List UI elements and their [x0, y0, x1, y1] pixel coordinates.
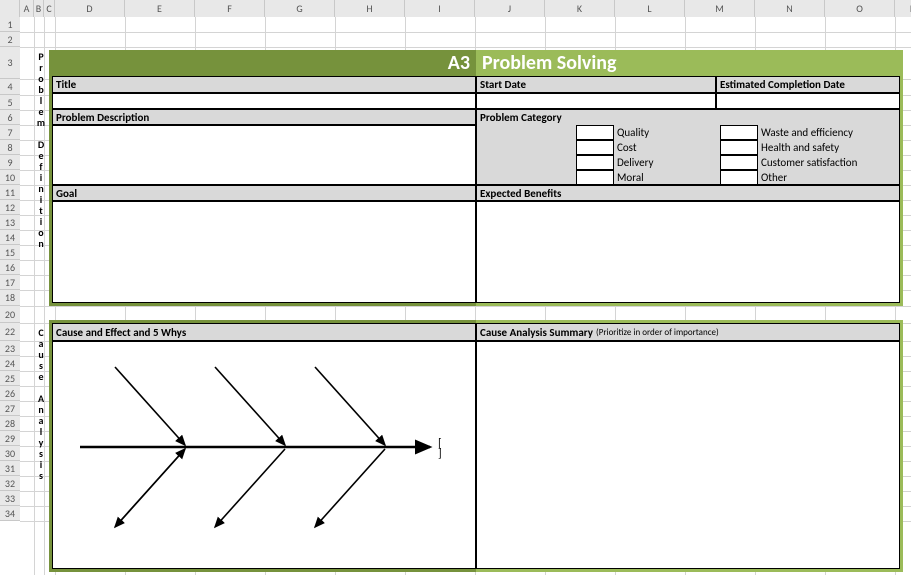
row-header-24[interactable]: 24: [0, 356, 20, 371]
side-label-cause-analysis: Cause Analysis: [35, 327, 47, 481]
row-header-20[interactable]: 20: [0, 306, 20, 323]
row-header-27[interactable]: 27: [0, 401, 20, 416]
cell-cause-summary[interactable]: [476, 341, 900, 569]
row-header-6[interactable]: 6: [0, 110, 20, 125]
row-header-30[interactable]: 30: [0, 446, 20, 461]
row-header-11[interactable]: 11: [0, 185, 20, 200]
row-header-16[interactable]: 16: [0, 260, 20, 275]
catlabel-waste: Waste and efficiency: [761, 125, 853, 140]
row-header-13[interactable]: 13: [0, 215, 20, 230]
col-header-H[interactable]: H: [335, 0, 405, 17]
catlabel-delivery: Delivery: [617, 155, 654, 170]
row-header-7[interactable]: 7: [0, 125, 20, 140]
header-goal: Goal: [52, 185, 476, 201]
row-header-29[interactable]: 29: [0, 431, 20, 446]
header-est-completion: Estimated Completion Date: [716, 76, 900, 93]
row-header-31[interactable]: 31: [0, 461, 20, 476]
row-header-4[interactable]: 4: [0, 79, 20, 95]
col-header-O[interactable]: O: [825, 0, 895, 17]
row-header-5[interactable]: 5: [0, 95, 20, 110]
col-header-A[interactable]: A: [20, 0, 34, 17]
col-header-L[interactable]: L: [615, 0, 685, 17]
cell-expected[interactable]: [476, 201, 900, 303]
row-header-25[interactable]: 25: [0, 371, 20, 386]
row-header-26[interactable]: 26: [0, 386, 20, 401]
catbox-quality[interactable]: [576, 125, 614, 140]
header-expected: Expected Benefits: [476, 185, 900, 201]
row-header-14[interactable]: 14: [0, 230, 20, 245]
row-header-17[interactable]: 17: [0, 275, 20, 290]
catbox-cost[interactable]: [576, 140, 614, 155]
col-header-F[interactable]: F: [195, 0, 265, 17]
row-header-2[interactable]: 2: [0, 32, 20, 47]
header-problem-desc: Problem Description: [52, 109, 476, 125]
catbox-other[interactable]: [720, 170, 758, 185]
fishbone-bracket: [ ]: [438, 439, 442, 459]
side-label-problem-definition: Problem Definition: [35, 51, 47, 249]
catlabel-health: Health and safety: [761, 140, 839, 155]
catlabel-cost: Cost: [617, 140, 637, 155]
row-header-18[interactable]: 18: [0, 290, 20, 306]
fishbone-diagram: [60, 347, 460, 557]
catbox-moral[interactable]: [576, 170, 614, 185]
cell-start-date[interactable]: [476, 93, 716, 109]
catbox-delivery[interactable]: [576, 155, 614, 170]
select-all-corner[interactable]: [0, 0, 20, 17]
cell-goal[interactable]: [52, 201, 476, 303]
catlabel-customer: Customer satisfaction: [761, 155, 857, 170]
title-bar-right: Problem Solving: [476, 50, 903, 76]
row-header-23[interactable]: 23: [0, 341, 20, 356]
row-header-32[interactable]: 32: [0, 476, 20, 491]
catbox-health[interactable]: [720, 140, 758, 155]
row-header-8[interactable]: 8: [0, 140, 20, 155]
col-header-M[interactable]: M: [685, 0, 755, 17]
header-start-date: Start Date: [476, 76, 716, 93]
row-header-33[interactable]: 33: [0, 491, 20, 506]
catbox-customer[interactable]: [720, 155, 758, 170]
col-header-D[interactable]: D: [55, 0, 125, 17]
col-header-K[interactable]: K: [545, 0, 615, 17]
row-header-9[interactable]: 9: [0, 155, 20, 170]
row-header-28[interactable]: 28: [0, 416, 20, 431]
cell-est-completion[interactable]: [716, 93, 900, 109]
title-right-text: Problem Solving: [482, 51, 616, 75]
header-cause-effect: Cause and Effect and 5 Whys: [52, 323, 476, 341]
row-header-15[interactable]: 15: [0, 245, 20, 260]
row-header-34[interactable]: 34: [0, 506, 20, 521]
col-header-G[interactable]: G: [265, 0, 335, 17]
catlabel-other: Other: [761, 170, 787, 185]
cause-summary-hint: (Prioritize in order of importance): [596, 327, 719, 338]
catbox-waste[interactable]: [720, 125, 758, 140]
col-header-E[interactable]: E: [125, 0, 195, 17]
col-header-B[interactable]: B: [34, 0, 44, 17]
title-bar-left: A3: [49, 50, 476, 76]
grid-area[interactable]: Problem Definition Cause Analysis A3 Pro…: [20, 17, 911, 575]
header-title: Title: [52, 76, 476, 93]
catlabel-moral: Moral: [617, 170, 644, 185]
title-left-text: A3: [448, 51, 470, 75]
row-header-3[interactable]: 3: [0, 47, 20, 79]
row-header-1[interactable]: 1: [0, 17, 20, 32]
col-header-I[interactable]: I: [405, 0, 475, 17]
row-header-12[interactable]: 12: [0, 200, 20, 215]
row-header-22[interactable]: 22: [0, 323, 20, 341]
col-header-P[interactable]: P: [895, 0, 911, 17]
header-cause-summary: Cause Analysis Summary (Prioritize in or…: [476, 323, 900, 341]
row-header-10[interactable]: 10: [0, 170, 20, 185]
catlabel-quality: Quality: [617, 125, 649, 140]
cell-title[interactable]: [52, 93, 476, 109]
col-header-N[interactable]: N: [755, 0, 825, 17]
cell-problem-desc[interactable]: [52, 125, 476, 185]
spreadsheet-view: ABCDEFGHIJKLMNOP 12345678910111213141516…: [0, 0, 911, 575]
col-header-C[interactable]: C: [44, 0, 55, 17]
col-header-J[interactable]: J: [475, 0, 545, 17]
